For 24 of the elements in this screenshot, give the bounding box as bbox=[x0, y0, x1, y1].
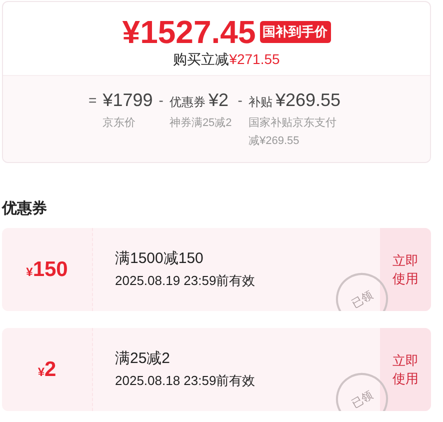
coupon-amount: ¥2 bbox=[38, 358, 56, 382]
operator-sign: - bbox=[158, 91, 164, 110]
term-value: ¥2 bbox=[208, 89, 228, 112]
term-value: ¥269.55 bbox=[275, 89, 341, 112]
operator-sign: - bbox=[238, 91, 242, 110]
term-note: 神券满25减2 bbox=[169, 116, 232, 131]
term-label: 补贴 bbox=[248, 94, 272, 111]
term-note: 国家补贴京东支付减¥269.55 bbox=[248, 116, 338, 149]
use-button[interactable]: 立即使用 bbox=[380, 228, 431, 311]
section-title: 优惠券 bbox=[2, 199, 48, 218]
coupon-expiry: 2025.08.18 23:59前有效 bbox=[115, 372, 256, 390]
coupon-expiry: 2025.08.19 23:59前有效 bbox=[115, 272, 256, 290]
use-button[interactable]: 立即使用 bbox=[380, 328, 431, 411]
coupon-condition: 满25减2 bbox=[115, 349, 172, 368]
term-note: 京东价 bbox=[102, 116, 137, 131]
savings-label: 购买立减 bbox=[173, 51, 230, 67]
savings-amount: ¥271.55 bbox=[229, 51, 280, 67]
coupon-condition: 满1500减150 bbox=[115, 249, 204, 268]
coupon-amount: ¥150 bbox=[26, 258, 68, 282]
term-value: ¥1799 bbox=[102, 89, 153, 112]
final-price: ¥1527.45 bbox=[122, 14, 256, 50]
price-badge: 国补到手价 bbox=[260, 21, 331, 43]
operator-sign: = bbox=[88, 91, 97, 110]
term-label: 优惠券 bbox=[169, 94, 206, 111]
